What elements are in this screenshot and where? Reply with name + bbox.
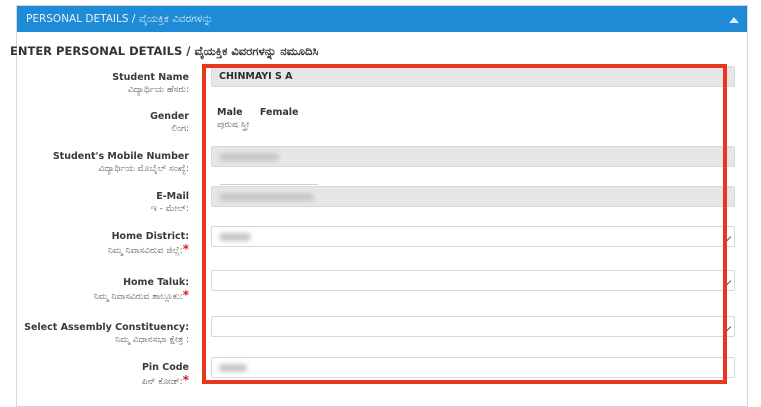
home-district-label: Home District: ನಿಮ್ಮ ನಿವಾಸವಿರುವ ಜಿಲ್ಲೆ:* [107,231,189,256]
panel-header[interactable]: PERSONAL DETAILS / ವೈಯಕ್ತಿಕ ವಿವರಗಳನ್ನು [17,6,747,32]
required-mark: * [182,288,189,302]
required-mark: * [182,373,189,387]
home-taluk-label: Home Taluk: ನಿಮ್ಮ ನಿವಾಸವಿರುವ ತಾಲ್ಲೂಕು:* [93,277,189,302]
required-mark: * [182,242,189,256]
panel-header-title: PERSONAL DETAILS / ವೈಯಕ್ತಿಕ ವಿವರಗಳನ್ನು [26,13,214,25]
annotation-highlight-box [202,64,727,384]
collapse-icon[interactable] [729,17,739,23]
section-title: ENTER PERSONAL DETAILS / ವೈಯಕ್ತಿಕ ವಿವರಗಳ… [10,44,319,58]
student-name-label: Student Name ವಿದ್ಯಾರ್ಥಿಯ ಹೆಸರು: [112,72,189,95]
mobile-label: Student's Mobile Number ವಿದ್ಯಾರ್ಥಿಯ ಮೊಬೈ… [52,151,189,174]
pin-code-label: Pin Code ಪಿನ್ ಕೋಡ್:* [141,362,189,387]
gender-label: Gender ಲಿಂಗ: [150,111,189,134]
assembly-label: Select Assembly Constituency: ನಿಮ್ಮ ವಿಧಾ… [24,322,189,345]
email-label: E-Mail ಇ - ಮೇಲ್: [150,191,189,214]
